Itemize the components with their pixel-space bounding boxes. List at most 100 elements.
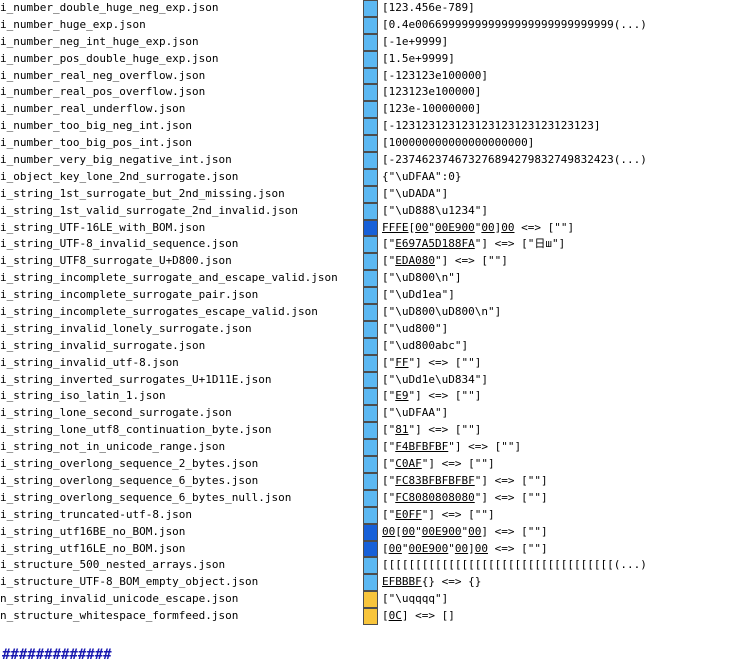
input-text: [-123123e100000]	[382, 68, 488, 82]
test-input-value: ["\uDFAA"]	[382, 405, 738, 422]
input-text: ["\uDFAA"]	[382, 406, 449, 420]
result-row: i_number_very_big_negative_int.json [-237…	[0, 152, 738, 169]
input-text: ["\ud800"]	[382, 321, 449, 335]
test-file-name: i_number_huge_exp.json	[0, 17, 146, 31]
test-input-value: [0C] <=> []	[382, 608, 738, 625]
input-text: "] <=> [""]	[408, 389, 482, 403]
test-file-name: i_string_invalid_utf-8.json	[0, 355, 179, 369]
hex-bytes: FC8080808080	[395, 490, 475, 504]
result-row: i_string_invalid_lonely_surrogate.json ["…	[0, 320, 738, 338]
test-input-value: ["\uDADA"]	[382, 186, 738, 203]
test-input-value: ["FC8080808080"] <=> [""]	[382, 490, 738, 507]
result-row: i_string_UTF8_surrogate_U+D800.json ["EDA…	[0, 253, 738, 271]
status-swatch	[363, 287, 378, 305]
status-swatch	[363, 185, 378, 203]
test-input-value: [123e-10000000]	[382, 101, 738, 118]
status-swatch	[363, 253, 378, 271]
result-row: i_number_too_big_neg_int.json [-123123123…	[0, 118, 738, 136]
input-text: ["	[382, 507, 396, 521]
test-file-name: i_object_key_lone_2nd_surrogate.json	[0, 169, 239, 183]
result-row: i_structure_500_nested_arrays.json [[[[[[…	[0, 557, 738, 575]
hex-bytes: E697A5D188FA	[395, 237, 475, 251]
test-file-name: i_string_overlong_sequence_6_bytes_null.…	[0, 490, 292, 504]
test-file-name: i_string_inverted_surrogates_U+1D11E.jso…	[0, 372, 272, 386]
input-text: ["	[382, 355, 396, 369]
test-input-value: ["\uDd1e\uD834"]	[382, 372, 738, 389]
test-file-name: i_string_overlong_sequence_6_bytes.json	[0, 473, 259, 487]
test-file-name: i_string_invalid_surrogate.json	[0, 338, 206, 352]
test-input-value: [-123123e100000]	[382, 68, 738, 85]
hex-bytes: FC83BFBFBFBF	[395, 473, 475, 487]
input-text: ["\uD800\n"]	[382, 271, 462, 285]
hex-bytes: 00	[501, 220, 515, 234]
result-row: i_number_neg_int_huge_exp.json [-1e+9999]	[0, 33, 738, 51]
test-input-value: FFFE[00"00E900"00]00 <=> [""]	[382, 220, 738, 237]
result-row: i_structure_UTF-8_BOM_empty_object.json E…	[0, 574, 738, 592]
test-input-value: [00"00E900"00]00 <=> [""]	[382, 541, 738, 558]
status-swatch	[363, 591, 378, 609]
test-input-value: EFBBBF{} <=> {}	[382, 574, 738, 591]
test-file-name: i_string_overlong_sequence_2_bytes.json	[0, 457, 259, 471]
test-input-value: {"\uDFAA":0}	[382, 169, 738, 186]
status-swatch	[363, 118, 378, 136]
hex-bytes: FFFE	[382, 220, 409, 234]
input-text: [	[382, 541, 389, 555]
status-swatch	[363, 67, 378, 85]
status-swatch	[363, 320, 378, 338]
test-file-name: i_string_utf16LE_no_BOM.json	[0, 541, 186, 555]
hex-bytes: 81	[395, 423, 409, 437]
hex-bytes: 00E900	[435, 220, 475, 234]
test-file-name: i_number_pos_double_huge_exp.json	[0, 51, 219, 65]
test-file-name: i_string_utf16BE_no_BOM.json	[0, 524, 186, 538]
test-input-value: ["EDA080"] <=> [""]	[382, 253, 738, 270]
test-file-name: i_number_double_huge_neg_exp.json	[0, 1, 219, 14]
input-text: "] <=> [""]	[435, 254, 508, 268]
input-text: "	[428, 220, 435, 234]
input-text: <=> [""]	[514, 220, 575, 234]
input-text: "] <=> ["日ш"]	[474, 237, 566, 251]
status-swatch	[363, 50, 378, 68]
test-input-value: ["C0AF"] <=> [""]	[382, 456, 738, 473]
input-text: "] <=> [""]	[421, 507, 495, 521]
input-text: "] <=> [""]	[421, 457, 495, 471]
status-swatch	[363, 337, 378, 355]
hex-bytes: EFBBBF	[382, 575, 422, 589]
result-row: i_string_1st_valid_surrogate_2nd_invalid…	[0, 202, 738, 220]
input-text: "] <=> [""]	[408, 423, 482, 437]
input-text: ["	[382, 440, 396, 454]
status-swatch	[363, 16, 378, 34]
input-text: [123.456e-789]	[382, 1, 475, 14]
status-swatch	[363, 489, 378, 507]
test-file-name: i_string_UTF8_surrogate_U+D800.json	[0, 254, 232, 268]
hex-bytes: 00	[382, 524, 396, 538]
status-swatch	[363, 0, 378, 17]
hex-bytes: C0AF	[395, 457, 422, 471]
test-input-value: [123.456e-789]	[382, 0, 738, 17]
input-text: "	[448, 541, 455, 555]
test-file-name: i_string_lone_utf8_continuation_byte.jso…	[0, 423, 272, 437]
test-input-value: [-237462374673276894279832749832423(...)	[382, 152, 738, 169]
input-text: ["	[382, 254, 396, 268]
test-file-name: i_number_too_big_neg_int.json	[0, 119, 193, 133]
test-input-value: ["\uD800\uD800\n"]	[382, 304, 738, 321]
result-row: i_string_not_in_unicode_range.json ["F4BF…	[0, 439, 738, 457]
status-swatch	[363, 472, 378, 490]
input-text: ["\ud800abc"]	[382, 338, 469, 352]
hex-bytes: 00	[481, 220, 495, 234]
status-swatch	[363, 84, 378, 102]
status-swatch	[363, 405, 378, 423]
hex-bytes: 00	[468, 524, 482, 538]
test-input-value: ["\uqqqq"]	[382, 591, 738, 608]
test-file-name: i_number_real_underflow.json	[0, 102, 186, 116]
input-text: [100000000000000000000]	[382, 136, 535, 150]
hex-bytes: 00	[454, 541, 469, 555]
result-row: n_string_invalid_unicode_escape.json ["\u…	[0, 591, 738, 609]
status-swatch	[363, 574, 378, 592]
result-row: i_number_too_big_pos_int.json [1000000000…	[0, 135, 738, 153]
result-row: i_string_UTF-16LE_with_BOM.json FFFE[00"0…	[0, 219, 738, 237]
test-input-value: ["\ud800abc"]	[382, 338, 738, 355]
result-row: i_string_1st_surrogate_but_2nd_missing.j…	[0, 185, 738, 203]
status-swatch	[363, 388, 378, 406]
result-row: i_string_invalid_utf-8.json ["FF"] <=> ["…	[0, 354, 738, 372]
input-text: [[[[[[[[[[[[[[[[[[[[[[[[[[[[[[[[[[[(...)	[382, 558, 647, 572]
